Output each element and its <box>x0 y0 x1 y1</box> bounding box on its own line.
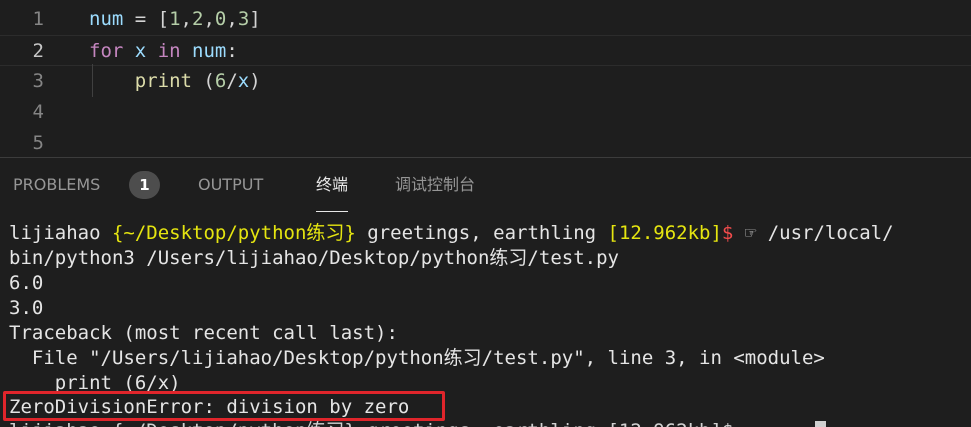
code-line[interactable]: 3 print (6/x) <box>0 66 971 97</box>
code-line[interactable]: 4 <box>0 97 971 128</box>
code-token: , <box>203 8 215 30</box>
code-token: , <box>180 8 192 30</box>
code-token: 0 <box>214 8 227 30</box>
code-token: for <box>89 40 124 62</box>
code-token: 3 <box>237 8 250 30</box>
code-token: num <box>192 40 227 62</box>
line-number: 3 <box>32 70 44 92</box>
prompt-directory: {~/Desktop/python练习} <box>111 222 356 244</box>
code-line[interactable]: 2 for x in num: <box>0 35 971 66</box>
prompt-command: ☞ /usr/local/ <box>733 222 894 244</box>
terminal-output-line: 6.0 <box>9 272 44 294</box>
tab-problems[interactable]: PROBLEMS <box>13 158 100 212</box>
code-text: num = [1,2,0,3] <box>89 4 261 34</box>
code-editor[interactable]: 1 num = [1,2,0,3] 2 for x in num: 3 print (6… <box>0 0 971 157</box>
indent-guide <box>92 64 93 97</box>
terminal-cursor <box>815 421 826 427</box>
code-text: print (6/x) <box>89 66 261 96</box>
code-token: 6 <box>214 70 227 92</box>
code-token: , <box>226 8 238 30</box>
code-token: print <box>134 70 192 92</box>
tab-terminal[interactable]: 终端 <box>316 158 349 212</box>
code-token: 1 <box>169 8 181 30</box>
terminal-output-line: File "/Users/lijiahao/Desktop/python练习/t… <box>9 347 825 369</box>
code-token: ( <box>191 70 215 92</box>
code-text: for x in num: <box>89 36 238 66</box>
prompt-user: lijiahao <box>9 222 112 244</box>
code-token: x <box>237 70 250 92</box>
code-token: ] <box>249 8 261 30</box>
prompt-greeting: greetings, earthling <box>355 222 608 244</box>
code-token: = [ <box>123 8 170 30</box>
code-line[interactable]: 5 <box>0 128 971 157</box>
problems-count-badge: 1 <box>129 171 160 199</box>
terminal-output-line: 3.0 <box>9 297 44 319</box>
code-token: : <box>226 40 238 62</box>
code-token: num <box>89 8 124 30</box>
code-token: x <box>134 40 147 62</box>
line-number: 4 <box>32 101 44 123</box>
line-number: 1 <box>32 8 44 30</box>
code-token: in <box>157 40 181 62</box>
tab-debug-console[interactable]: 调试控制台 <box>395 158 475 212</box>
error-highlight-box <box>3 391 445 421</box>
terminal-next-prompt: lijiahao {~/Desktop/python练习} greetings,… <box>9 419 745 427</box>
line-number: 2 <box>32 40 44 62</box>
prompt-dollar: $ <box>721 222 734 244</box>
code-token: / <box>226 70 238 92</box>
line-number: 5 <box>32 132 44 154</box>
code-token: ) <box>249 70 261 92</box>
prompt-size: [12.962kb] <box>607 222 722 244</box>
terminal-output-line: Traceback (most recent call last): <box>9 322 398 344</box>
tab-output[interactable]: OUTPUT <box>198 158 263 212</box>
code-line[interactable]: 1 num = [1,2,0,3] <box>0 4 971 35</box>
code-token: 2 <box>192 8 204 30</box>
terminal-prompt-line: lijiahao {~/Desktop/python练习} greetings,… <box>9 221 894 246</box>
terminal-output-line: bin/python3 /Users/lijiahao/Desktop/pyth… <box>9 247 619 269</box>
